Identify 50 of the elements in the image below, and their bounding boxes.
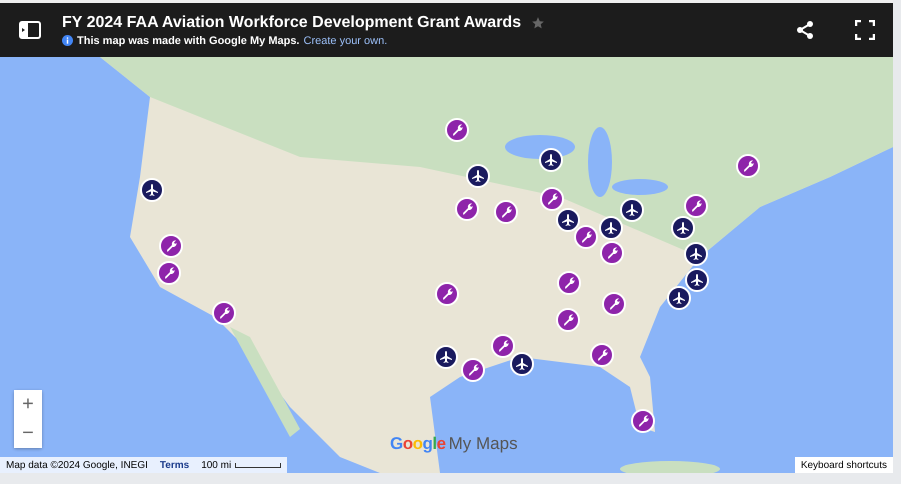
- plane-icon: [439, 350, 453, 364]
- keyboard-shortcuts-button[interactable]: Keyboard shortcuts: [794, 457, 893, 473]
- wrench-icon: [595, 348, 609, 362]
- plane-icon: [672, 291, 686, 305]
- wrench-icon: [741, 159, 755, 173]
- my-maps-logo: Google My Maps: [390, 434, 518, 454]
- wrench-marker[interactable]: [631, 409, 655, 433]
- wrench-marker[interactable]: [461, 358, 485, 382]
- map-attribution: Map data ©2024 Google, INEGI: [6, 460, 148, 470]
- plane-icon: [515, 357, 529, 371]
- wrench-icon: [450, 123, 464, 137]
- info-icon: [62, 35, 73, 46]
- scale-label: 100 mi: [201, 460, 232, 470]
- plane-marker[interactable]: [510, 352, 534, 376]
- wrench-icon: [460, 202, 474, 216]
- wrench-icon: [689, 199, 703, 213]
- wrench-icon: [607, 297, 621, 311]
- wrench-icon: [545, 192, 559, 206]
- plane-icon: [604, 221, 618, 235]
- fullscreen-icon[interactable]: [853, 18, 877, 42]
- plane-icon: [689, 247, 703, 261]
- scale-bar: [235, 462, 282, 468]
- map-title: FY 2024 FAA Aviation Workforce Development Grant Awards: [62, 14, 522, 32]
- plane-icon: [544, 153, 558, 167]
- wrench-icon: [562, 276, 576, 290]
- wrench-icon: [605, 246, 619, 260]
- wrench-icon: [579, 230, 593, 244]
- plane-icon: [561, 213, 575, 227]
- wrench-icon: [217, 306, 231, 320]
- plane-icon: [625, 203, 639, 217]
- star-icon[interactable]: [531, 16, 546, 30]
- wrench-icon: [440, 287, 454, 301]
- made-with-note: This map was made with Google My Maps.: [77, 34, 300, 46]
- create-link[interactable]: Create your own.: [304, 34, 388, 46]
- plane-icon: [471, 169, 485, 183]
- plane-icon: [676, 221, 690, 235]
- zoom-in-button[interactable]: +: [14, 390, 42, 419]
- terms-link[interactable]: Terms: [160, 460, 190, 470]
- plane-icon: [690, 273, 704, 287]
- wrench-icon: [561, 313, 575, 327]
- wrench-icon: [636, 414, 650, 428]
- wrench-icon: [162, 266, 176, 280]
- wrench-icon: [466, 363, 480, 377]
- plane-icon: [145, 183, 159, 197]
- wrench-icon: [496, 339, 510, 353]
- zoom-out-button[interactable]: −: [14, 419, 42, 448]
- plane-marker[interactable]: [667, 286, 691, 310]
- wrench-icon: [499, 205, 513, 219]
- wrench-icon: [164, 239, 178, 253]
- plane-marker[interactable]: [685, 268, 709, 292]
